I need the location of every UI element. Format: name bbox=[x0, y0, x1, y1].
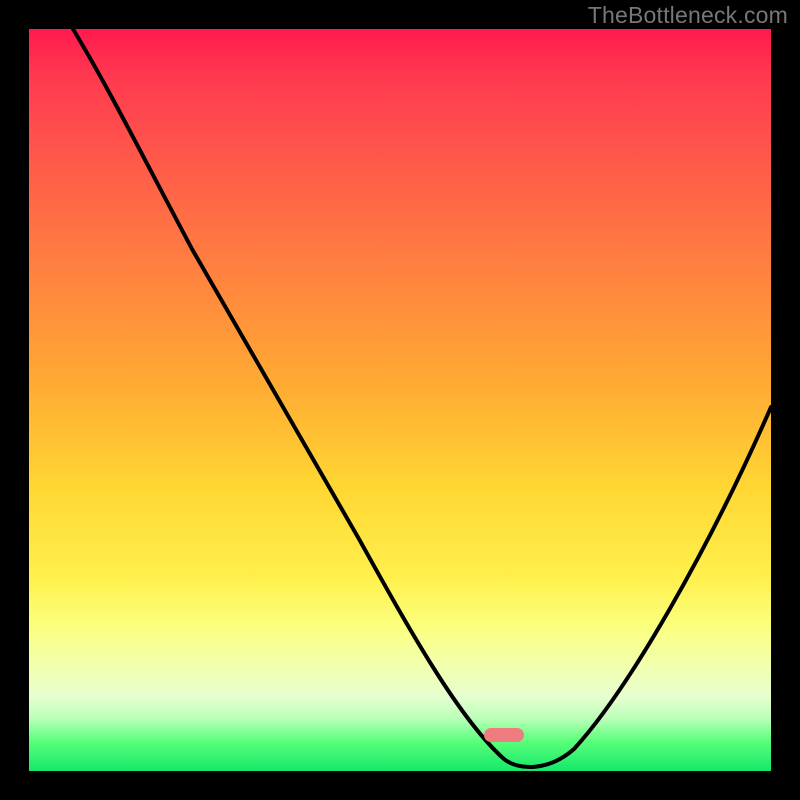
optimal-marker bbox=[484, 728, 524, 742]
chart-frame: TheBottleneck.com bbox=[0, 0, 800, 800]
plot-area bbox=[29, 29, 771, 771]
curve-path bbox=[73, 29, 771, 767]
watermark-text: TheBottleneck.com bbox=[588, 2, 788, 29]
bottleneck-curve bbox=[29, 29, 771, 771]
